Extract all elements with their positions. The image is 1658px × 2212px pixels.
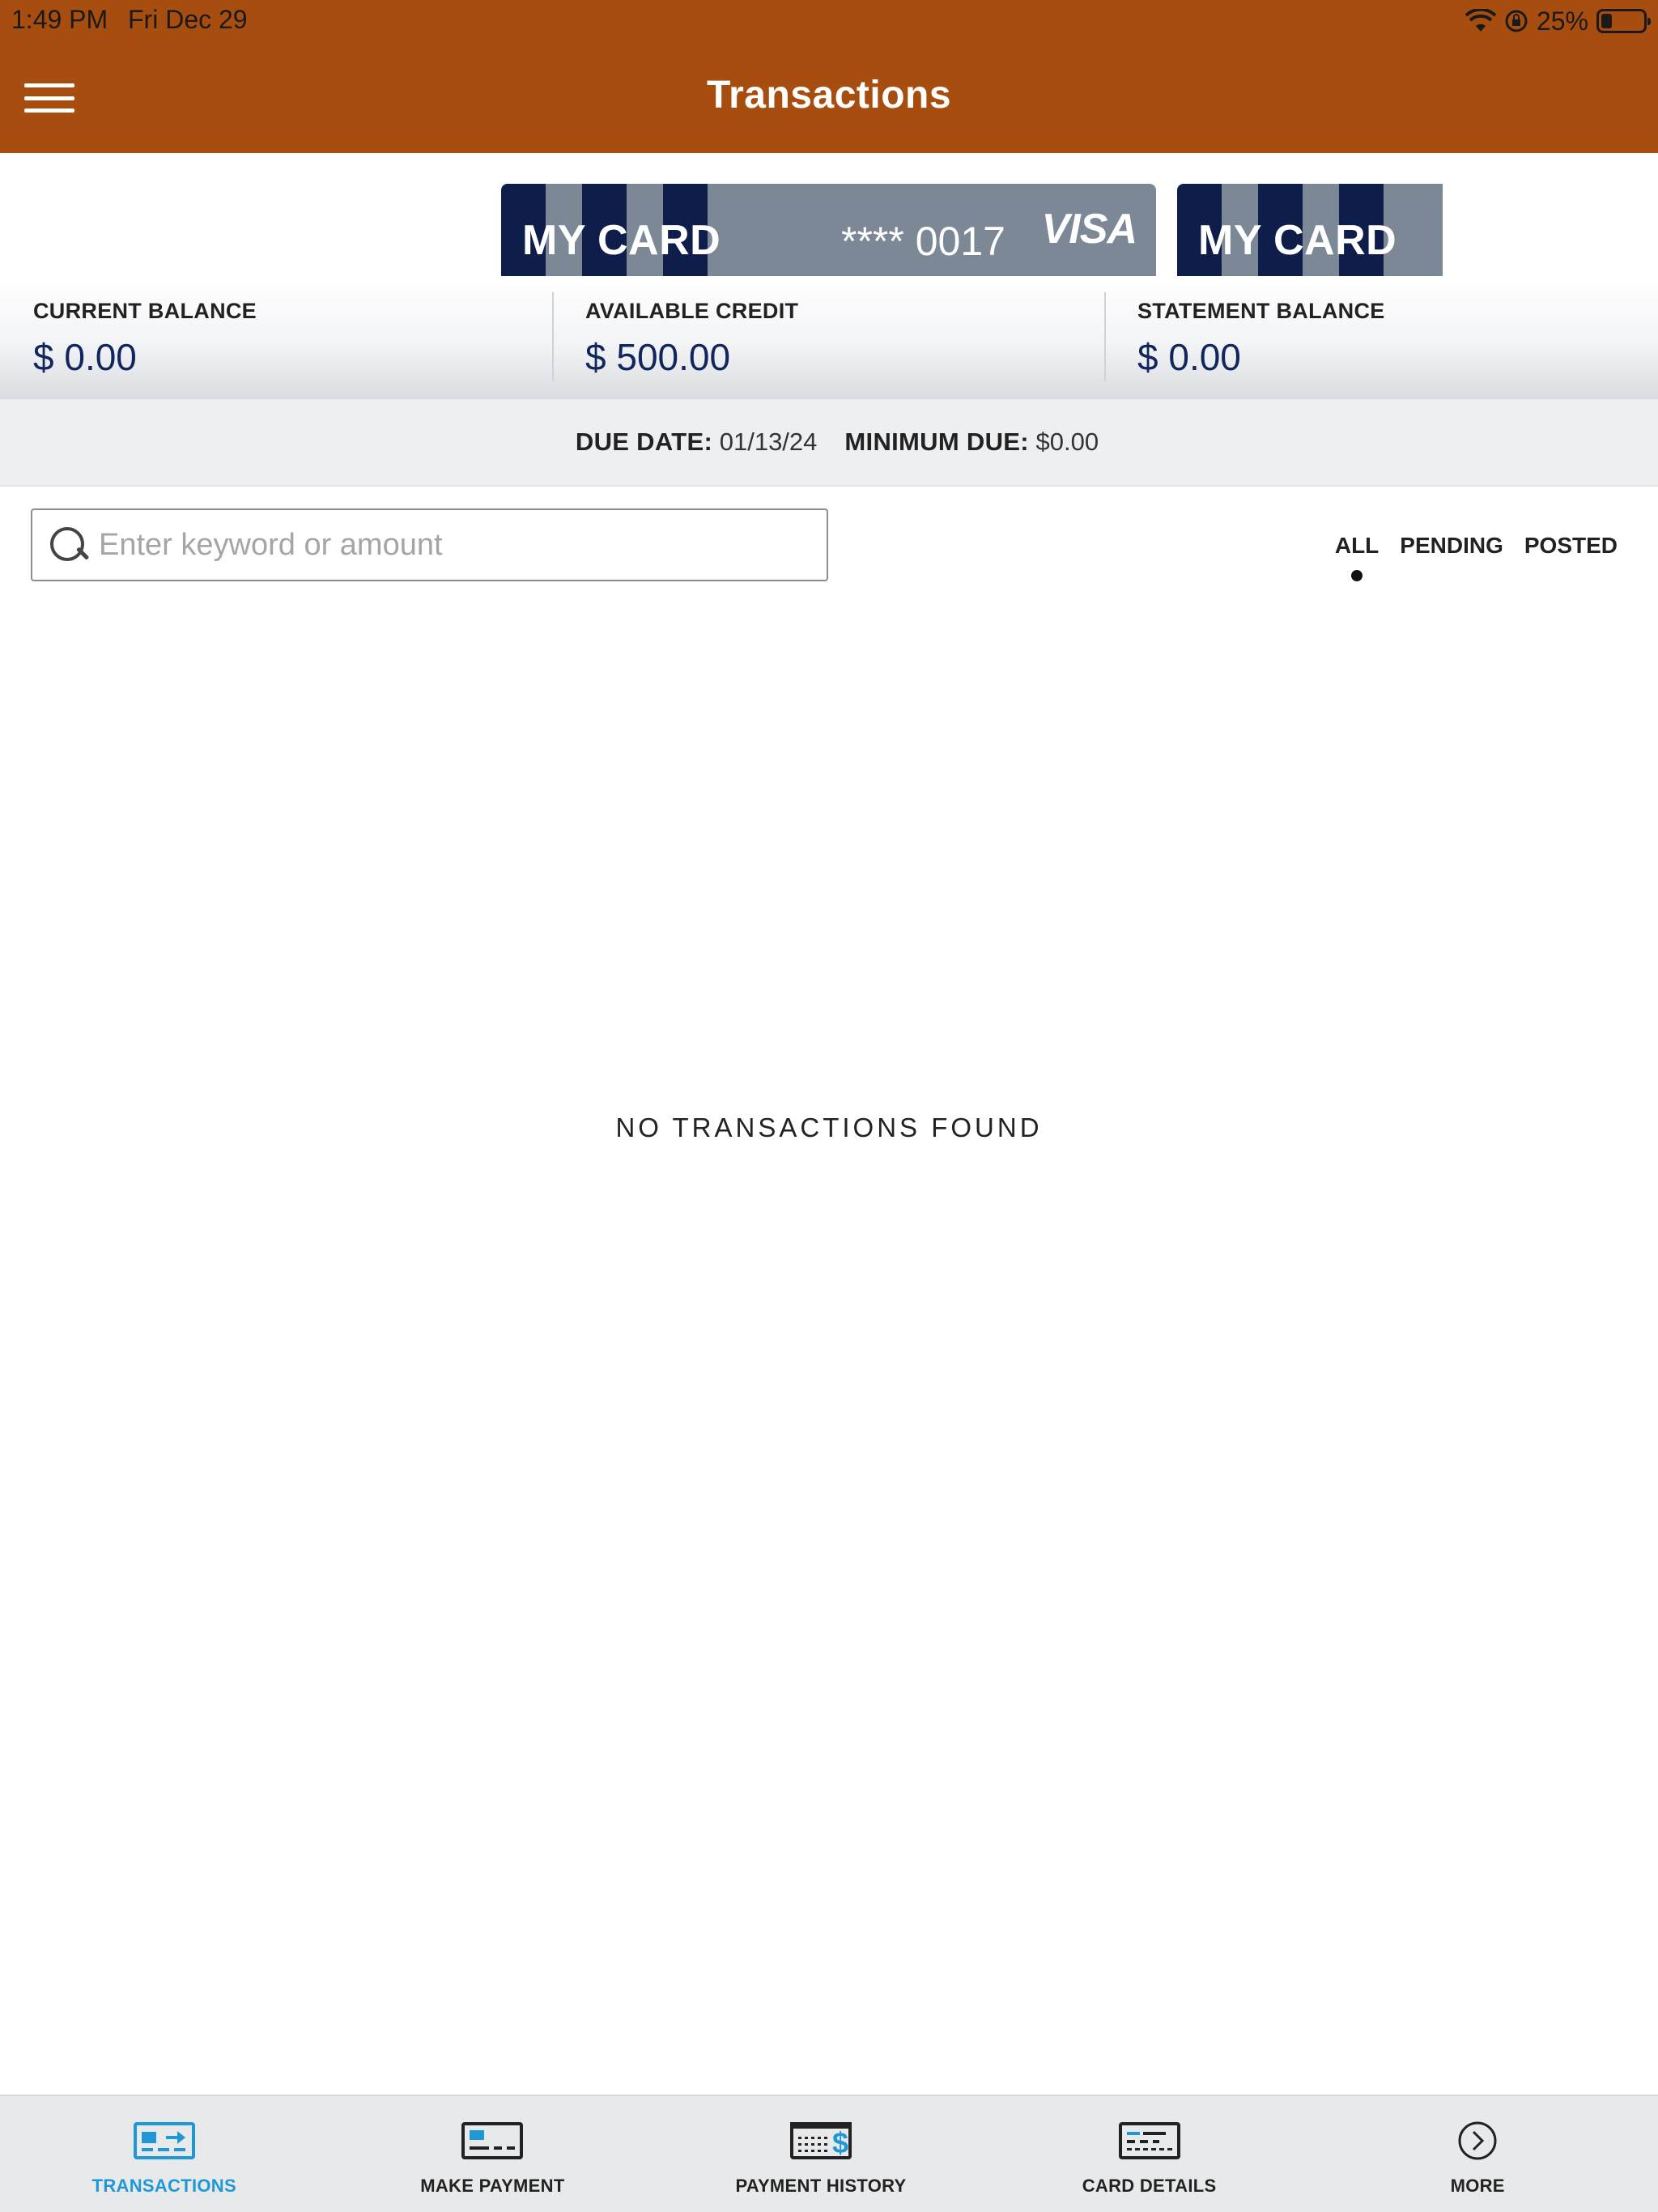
card-name: MY CARD [1198,217,1397,264]
page-title: Transactions [706,74,952,117]
due-date-label: DUE DATE: [575,428,713,456]
card-number: **** 0017 [841,219,1005,264]
status-date: Fri Dec 29 [128,5,248,34]
current-balance-label: CURRENT BALANCE [33,299,257,323]
tab-make-payment[interactable]: MAKE PAYMENT [329,2096,657,2212]
available-credit: AVAILABLE CREDIT $ 500.00 [552,276,1104,399]
statement-balance-value: $ 0.00 [1137,336,1241,378]
card-name: MY CARD [522,217,721,264]
wifi-icon [1465,9,1496,32]
search-input[interactable] [99,527,827,563]
orientation-lock-icon [1505,10,1528,32]
tab-transactions-label: TRANSACTIONS [91,2176,236,2196]
status-time: 1:49 PM [11,5,108,34]
selected-filter-indicator [1351,570,1363,581]
payment-history-icon: $ [789,2121,852,2161]
balance-summary: CURRENT BALANCE $ 0.00 AVAILABLE CREDIT … [0,276,1658,399]
current-balance-value: $ 0.00 [33,336,137,378]
search-icon [49,525,87,564]
more-icon [1447,2121,1508,2161]
status-indicators: 25% [1465,5,1651,37]
battery-level [1601,14,1612,28]
transaction-filters: ALL PENDING POSTED [1334,533,1618,581]
empty-state-message: NO TRANSACTIONS FOUND [615,1112,1043,1142]
filter-pending-label: PENDING [1400,533,1503,558]
tab-transactions[interactable]: TRANSACTIONS [0,2096,329,2212]
card-carousel[interactable]: MY CARD **** 0017 VISA MY CARD [0,153,1658,276]
tab-payment-history-label: PAYMENT HISTORY [735,2176,907,2196]
minimum-due-label: MINIMUM DUE: [844,428,1029,456]
filter-pending[interactable]: PENDING [1400,533,1503,559]
minimum-due-value: $0.00 [1035,428,1099,456]
filter-posted[interactable]: POSTED [1524,533,1618,559]
visa-logo: VISA [1041,206,1137,253]
tab-card-details-label: CARD DETAILS [1082,2176,1217,2196]
filter-all-label: ALL [1334,533,1380,558]
tab-more-label: MORE [1450,2176,1505,2196]
current-balance: CURRENT BALANCE $ 0.00 [0,276,552,399]
available-credit-label: AVAILABLE CREDIT [585,299,799,323]
bottom-tab-bar: TRANSACTIONS MAKE PAYMENT $ PAYMENT HIST… [0,2095,1658,2212]
card-tile[interactable]: MY CARD **** 0017 VISA [501,184,1156,276]
transactions-screen: 1:49 PM Fri Dec 29 25% Transactions MY C… [0,0,1658,2212]
minimum-due: MINIMUM DUE: $0.00 [844,428,1099,457]
tab-make-payment-label: MAKE PAYMENT [420,2176,565,2196]
due-date: DUE DATE: 01/13/24 [576,428,817,457]
tab-more[interactable]: MORE [1313,2096,1642,2212]
due-info: DUE DATE: 01/13/24 MINIMUM DUE: $0.00 [0,399,1658,487]
tab-payment-history[interactable]: $ PAYMENT HISTORY [657,2096,985,2212]
statement-balance: STATEMENT BALANCE $ 0.00 [1104,276,1656,399]
tab-card-details[interactable]: CARD DETAILS [985,2096,1314,2212]
card-tile-next[interactable]: MY CARD [1177,184,1443,276]
transactions-icon [133,2121,195,2161]
card-details-icon [1118,2121,1180,2161]
battery-percent: 25% [1536,6,1588,36]
available-credit-value: $ 500.00 [585,336,731,378]
filter-posted-label: POSTED [1524,533,1618,558]
filter-all[interactable]: ALL [1334,533,1380,581]
due-date-value: 01/13/24 [719,428,818,456]
search-box[interactable] [31,508,828,581]
statement-balance-label: STATEMENT BALANCE [1137,299,1385,323]
make-payment-icon [461,2121,524,2161]
battery-icon [1596,9,1651,33]
app-header: 1:49 PM Fri Dec 29 25% Transactions [0,0,1658,153]
